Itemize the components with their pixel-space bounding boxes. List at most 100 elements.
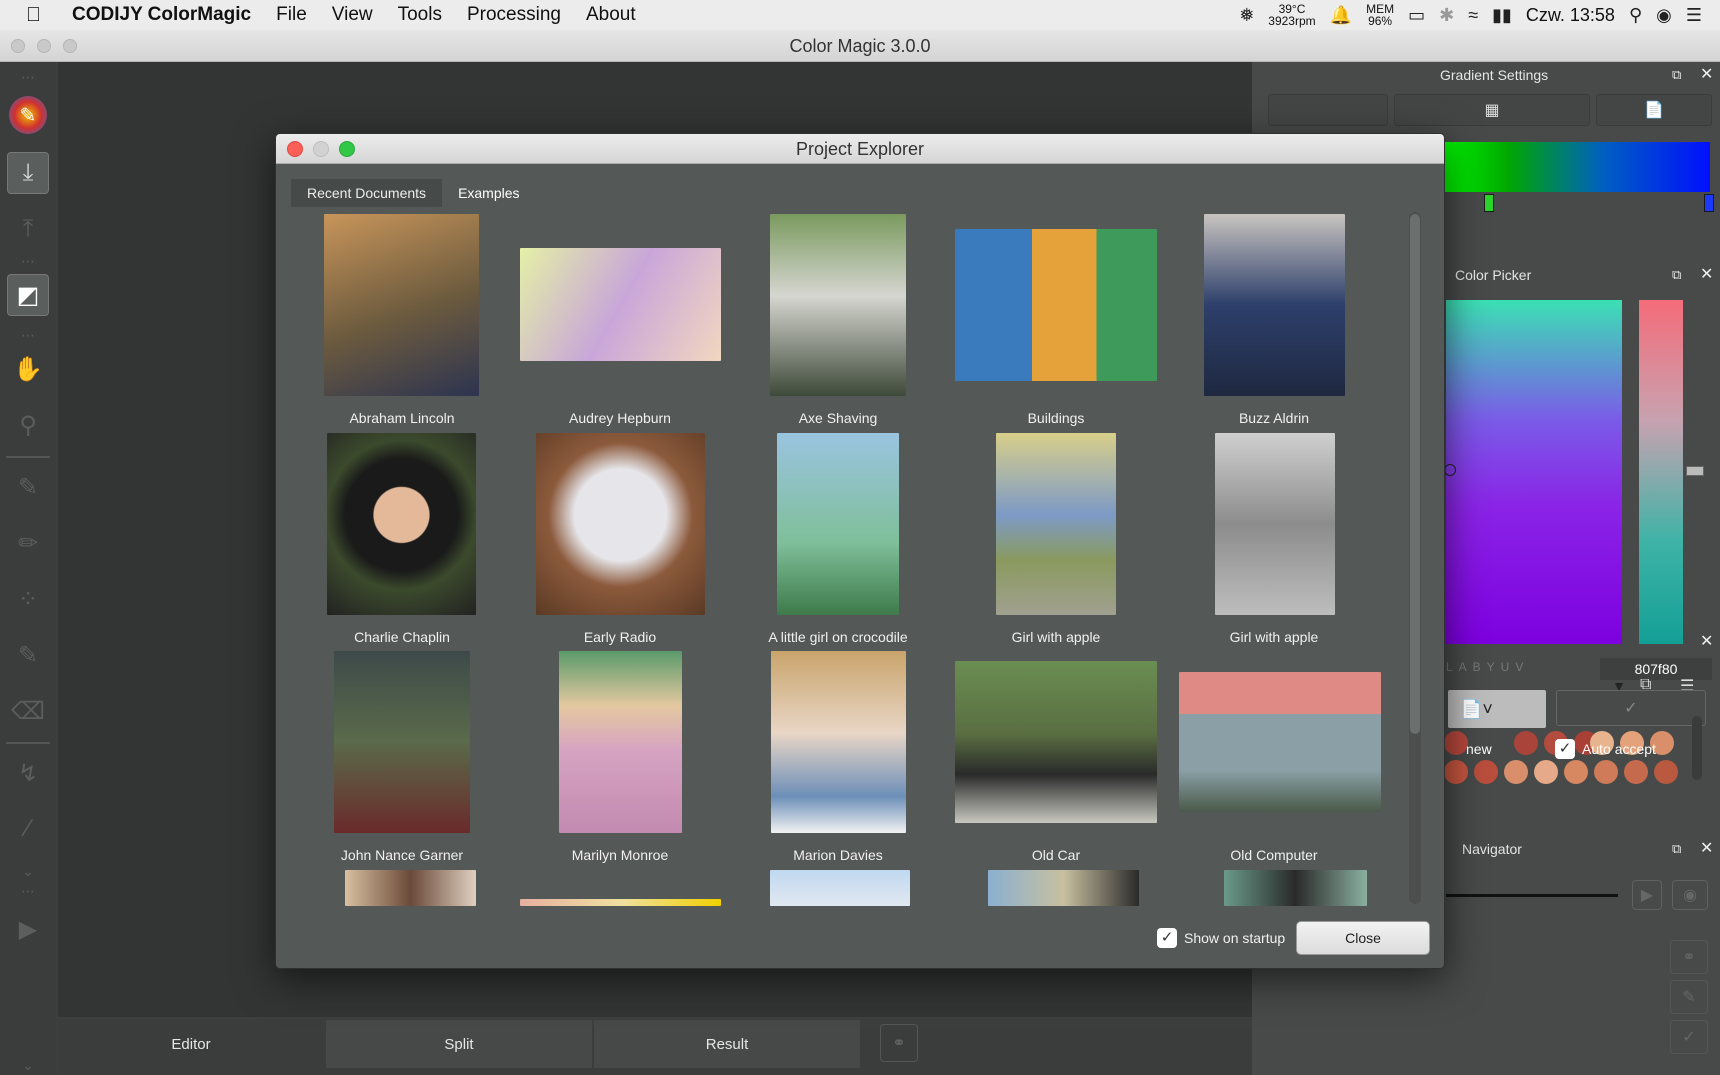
hand-icon[interactable]: ✋ <box>7 348 49 390</box>
marker-icon[interactable]: ✎ <box>7 634 49 676</box>
example-item[interactable]: Old Car <box>947 651 1165 869</box>
swatch-scrollbar[interactable] <box>1692 716 1702 780</box>
tab-result[interactable]: Result <box>594 1020 860 1068</box>
example-item[interactable]: Old Computer <box>1165 651 1383 869</box>
compare-icon[interactable]: ⚭ <box>880 1024 918 1062</box>
example-item[interactable]: Audrey Hepburn <box>511 214 729 432</box>
picker-icon[interactable]: ↯ <box>7 752 49 794</box>
edit-icon[interactable]: ✎ <box>1670 980 1708 1014</box>
expand-down-icon[interactable]: ⌄ <box>7 863 49 879</box>
apple-icon[interactable]:  <box>26 4 54 27</box>
window-close-button[interactable] <box>11 39 25 53</box>
clock[interactable]: Czw. 13:58 <box>1526 5 1615 26</box>
dialog-close-button[interactable] <box>287 141 303 157</box>
swatch[interactable] <box>1504 760 1528 784</box>
colorize-tool-icon[interactable]: ✎ <box>9 96 47 134</box>
hex-value-field[interactable]: 807f80 <box>1600 658 1712 680</box>
tab-editor[interactable]: Editor <box>58 1020 324 1068</box>
example-thumbnail[interactable] <box>324 214 479 396</box>
menu-tools[interactable]: Tools <box>398 4 442 26</box>
example-thumbnail[interactable] <box>520 899 721 906</box>
pencil-icon[interactable]: ✏ <box>7 522 49 564</box>
example-thumbnail[interactable] <box>334 651 470 833</box>
hue-strip[interactable] <box>1639 300 1683 644</box>
example-thumbnail[interactable] <box>1179 672 1381 812</box>
tab-split[interactable]: Split <box>326 1020 592 1068</box>
panel-float-icon[interactable]: ⧉ <box>1672 267 1681 283</box>
tab-recent-documents[interactable]: Recent Documents <box>291 179 443 207</box>
gradient-stop-blue[interactable] <box>1704 194 1714 212</box>
checkbox-icon[interactable]: ✓ <box>1555 739 1575 759</box>
panel-float-icon[interactable]: ⧉ <box>1672 67 1681 83</box>
navigator-zoom-slider[interactable] <box>1446 894 1618 897</box>
example-thumbnail[interactable] <box>1224 870 1367 906</box>
example-thumbnail[interactable] <box>955 661 1157 823</box>
swatch[interactable] <box>1594 760 1618 784</box>
swatch[interactable] <box>1564 760 1588 784</box>
example-thumbnail[interactable] <box>559 651 682 833</box>
compare-icon[interactable]: ◩ <box>7 274 49 316</box>
example-thumbnail[interactable] <box>536 433 705 615</box>
channel-toggles[interactable]: LABYUV <box>1446 660 1586 676</box>
example-item[interactable]: Buzz Aldrin <box>1165 214 1383 432</box>
color-field[interactable] <box>1446 300 1622 644</box>
panel-close-icon[interactable]: ✕ <box>1700 631 1713 651</box>
panel-close-icon[interactable]: ✕ <box>1700 838 1713 858</box>
example-thumbnail[interactable] <box>345 870 476 906</box>
compare-icon[interactable]: ⚭ <box>1670 940 1708 974</box>
color-field-cursor[interactable] <box>1444 464 1456 476</box>
play-icon[interactable]: ▶ <box>1632 880 1662 910</box>
expand-down-icon[interactable]: ⌄ <box>7 1057 49 1073</box>
example-item[interactable]: John Nance Garner <box>293 651 511 869</box>
example-item[interactable]: Early Radio <box>511 433 729 651</box>
grid-scrollbar-thumb[interactable] <box>1410 214 1420 734</box>
gradient-stop-green[interactable] <box>1484 194 1494 212</box>
play-icon[interactable]: ▶ <box>7 908 49 950</box>
auto-accept-toggle[interactable]: ✓ Auto accept <box>1555 739 1656 759</box>
swatch[interactable] <box>1474 760 1498 784</box>
hue-slider-handle[interactable] <box>1686 466 1704 476</box>
example-thumbnail[interactable] <box>1215 433 1335 615</box>
window-minimize-button[interactable] <box>37 39 51 53</box>
search-icon[interactable]: ⚲ <box>1629 5 1642 26</box>
tab-examples[interactable]: Examples <box>442 179 535 207</box>
example-thumbnail[interactable] <box>520 248 721 361</box>
bluetooth-icon[interactable]: ✱ <box>1439 5 1454 26</box>
example-item[interactable]: A little girl on crocodile <box>729 433 947 651</box>
fan-icon[interactable]: ❅ <box>1239 5 1254 26</box>
example-thumbnail[interactable] <box>996 433 1116 615</box>
dialog-minimize-button[interactable] <box>313 141 329 157</box>
temp-readout[interactable]: 39°C 3923rpm <box>1268 3 1315 27</box>
panel-close-icon[interactable]: ✕ <box>1700 264 1713 284</box>
check-icon[interactable]: ✓ <box>1670 1020 1708 1054</box>
gradient-image-button[interactable]: ▦ <box>1394 94 1590 126</box>
swatch[interactable] <box>1514 731 1538 755</box>
swatch[interactable] <box>1534 760 1558 784</box>
example-thumbnail[interactable] <box>771 651 906 833</box>
memory-readout[interactable]: MEM 96% <box>1366 3 1394 27</box>
example-item[interactable]: Charlie Chaplin <box>293 433 511 651</box>
eye-icon[interactable]: ◉ <box>1672 880 1708 910</box>
dotted-brush-icon[interactable]: ⁘ <box>7 578 49 620</box>
example-thumbnail[interactable] <box>777 433 899 615</box>
app-name-menu[interactable]: CODIJY ColorMagic <box>72 4 251 26</box>
palette-file-button[interactable]: 📄˅ <box>1448 690 1546 728</box>
show-on-startup-option[interactable]: ✓ Show on startup <box>1157 928 1285 948</box>
example-item[interactable]: Marilyn Monroe <box>511 651 729 869</box>
example-thumbnail[interactable] <box>770 214 906 396</box>
example-thumbnail[interactable] <box>770 870 910 906</box>
example-thumbnail[interactable] <box>327 433 476 615</box>
display-icon[interactable]: ▭ <box>1408 5 1425 26</box>
example-thumbnail[interactable] <box>988 870 1139 906</box>
zoom-icon[interactable]: ⚲ <box>7 404 49 446</box>
menu-file[interactable]: File <box>276 4 307 26</box>
import-icon[interactable]: ⤓ <box>7 152 49 194</box>
gradient-file-button[interactable]: 📄 <box>1596 94 1712 126</box>
battery-icon[interactable]: ▮▮ <box>1492 5 1512 26</box>
example-thumbnail[interactable] <box>1204 214 1345 396</box>
menu-view[interactable]: View <box>332 4 373 26</box>
swatch[interactable] <box>1444 760 1468 784</box>
line-icon[interactable]: ∕ <box>7 808 49 850</box>
example-item[interactable]: Marion Davies <box>729 651 947 869</box>
example-item[interactable]: Girl with apple <box>947 433 1165 651</box>
